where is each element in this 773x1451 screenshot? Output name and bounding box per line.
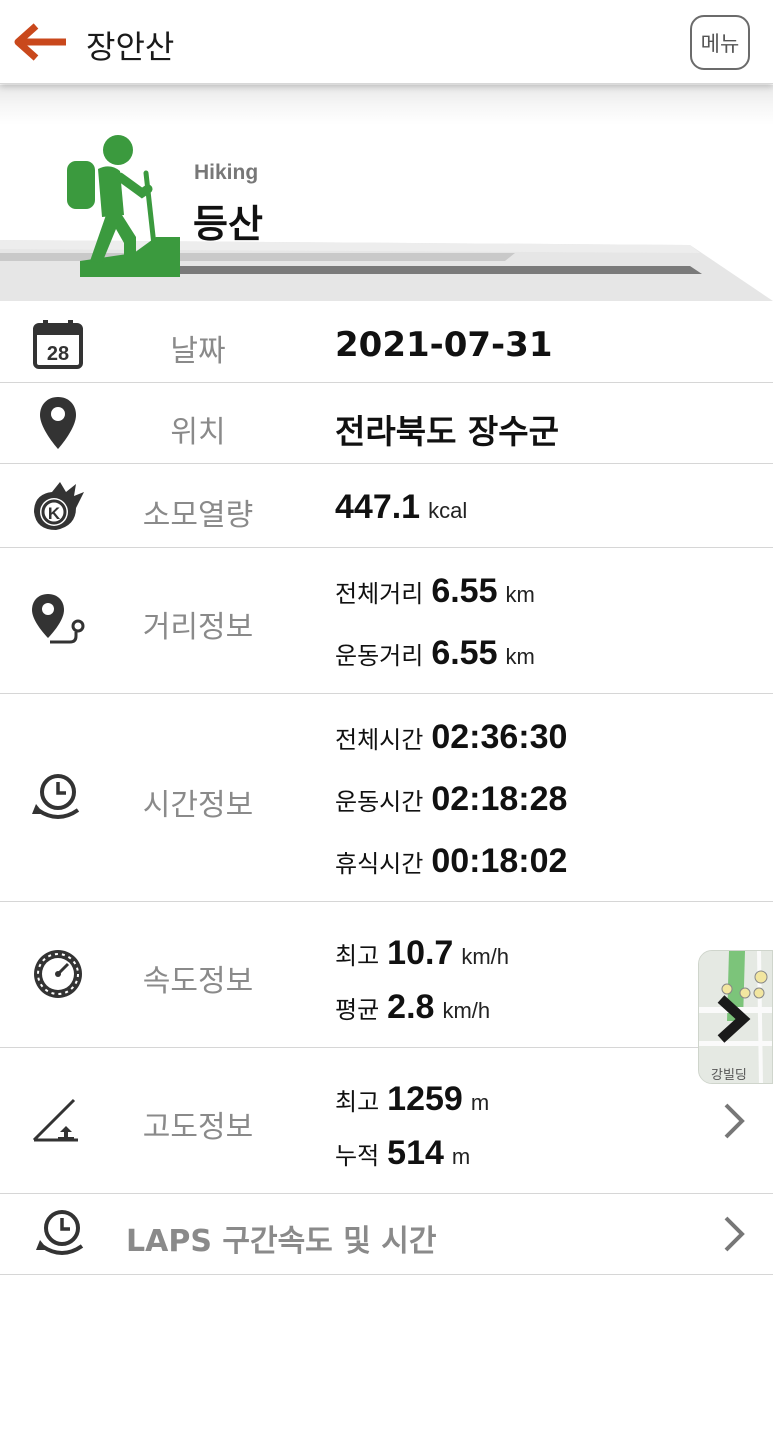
- cumulative-altitude-line: 누적 514 m: [335, 1134, 470, 1173]
- date-row: 28 날짜 2021-07-31: [0, 302, 773, 383]
- altitude-label: 고도정보: [142, 1110, 254, 1145]
- total-time-value: 02:36:30: [431, 718, 568, 756]
- activity-type-korean: 등산: [193, 202, 263, 246]
- max-speed-unit: km/h: [461, 944, 510, 969]
- location-row: 위치 전라북도 장수군: [0, 383, 773, 464]
- svg-text:K: K: [48, 504, 61, 523]
- rest-time-name: 휴식시간: [335, 850, 424, 878]
- moving-time-name: 운동시간: [335, 788, 424, 816]
- calories-unit: kcal: [428, 498, 468, 523]
- location-pin-icon: [30, 395, 86, 451]
- moving-distance-name: 운동거리: [335, 642, 424, 670]
- page-title: 장안산: [86, 28, 175, 66]
- avg-speed-line: 평균 2.8 km/h: [335, 988, 490, 1027]
- altitude-slope-icon: [30, 1092, 86, 1148]
- total-distance-line: 전체거리 6.55 km: [335, 572, 535, 611]
- moving-time-line: 운동시간 02:18:28: [335, 780, 567, 819]
- total-distance-name: 전체거리: [335, 580, 424, 608]
- avg-speed-value: 2.8: [387, 988, 435, 1026]
- time-row: 시간정보 전체시간 02:36:30 운동시간 02:18:28 휴식시간 00…: [0, 694, 773, 902]
- back-button[interactable]: [14, 22, 70, 62]
- max-altitude-line: 최고 1259 m: [335, 1080, 489, 1119]
- moving-distance-value: 6.55: [431, 634, 498, 672]
- cumulative-altitude-value: 514: [387, 1134, 444, 1172]
- date-label: 날짜: [170, 334, 226, 369]
- rest-time-line: 휴식시간 00:18:02: [335, 842, 567, 881]
- moving-distance-line: 운동거리 6.55 km: [335, 634, 535, 673]
- distance-label: 거리정보: [142, 610, 254, 645]
- activity-type-english: Hiking: [194, 161, 259, 184]
- calendar-icon: 28: [30, 316, 86, 372]
- location-label: 위치: [170, 415, 226, 450]
- total-time-name: 전체시간: [335, 726, 424, 754]
- activity-banner: Hiking 등산: [0, 85, 773, 301]
- max-speed-line: 최고 10.7 km/h: [335, 934, 509, 973]
- hiker-icon: [67, 135, 180, 277]
- calorie-flame-icon: K: [30, 478, 86, 534]
- svg-text:28: 28: [47, 343, 69, 365]
- date-value: 2021-07-31: [335, 325, 553, 365]
- laps-label: LAPS 구간속도 및 시간: [126, 1224, 437, 1259]
- total-distance-unit: km: [505, 582, 535, 607]
- chevron-right-icon: [724, 1216, 745, 1252]
- total-distance-value: 6.55: [431, 572, 498, 610]
- altitude-row[interactable]: 고도정보 최고 1259 m 누적 514 m: [0, 1048, 773, 1194]
- map-thumbnail-icon: 강빌딩: [699, 951, 772, 1083]
- max-altitude-unit: m: [470, 1090, 490, 1115]
- speed-row: 속도정보 최고 10.7 km/h 평균 2.8 km/h: [0, 902, 773, 1048]
- speedometer-icon: [30, 946, 86, 1002]
- laps-row[interactable]: LAPS 구간속도 및 시간: [0, 1194, 773, 1275]
- speed-label: 속도정보: [142, 964, 254, 999]
- calories-row: K 소모열량 447.1 kcal: [0, 464, 773, 548]
- cumulative-altitude-name: 누적: [335, 1142, 380, 1170]
- max-altitude-name: 최고: [335, 1088, 380, 1116]
- total-time-line: 전체시간 02:36:30: [335, 718, 567, 757]
- rest-time-value: 00:18:02: [431, 842, 568, 880]
- clock-cycle-icon: [30, 770, 86, 826]
- calories-line: 447.1 kcal: [335, 488, 467, 527]
- time-label: 시간정보: [142, 788, 254, 823]
- max-speed-name: 최고: [335, 942, 380, 970]
- location-value: 전라북도 장수군: [335, 412, 560, 451]
- svg-text:강빌딩: 강빌딩: [711, 1068, 747, 1083]
- calories-value: 447.1: [335, 488, 421, 526]
- app-header: 장안산 메뉴: [0, 0, 773, 84]
- moving-distance-unit: km: [505, 644, 535, 669]
- avg-speed-name: 평균: [335, 996, 380, 1024]
- laps-clock-icon: [34, 1206, 90, 1262]
- menu-button[interactable]: 메뉴: [690, 15, 750, 70]
- max-altitude-value: 1259: [387, 1080, 463, 1118]
- arrow-left-icon: [14, 23, 66, 61]
- route-pin-icon: [30, 592, 86, 648]
- map-thumbnail-button[interactable]: 강빌딩: [698, 950, 773, 1084]
- avg-speed-unit: km/h: [442, 998, 491, 1023]
- moving-time-value: 02:18:28: [431, 780, 568, 818]
- cumulative-altitude-unit: m: [451, 1144, 471, 1169]
- max-speed-value: 10.7: [387, 934, 454, 972]
- distance-row: 거리정보 전체거리 6.55 km 운동거리 6.55 km: [0, 548, 773, 694]
- chevron-right-icon: [724, 1103, 745, 1139]
- calories-label: 소모열량: [142, 498, 254, 533]
